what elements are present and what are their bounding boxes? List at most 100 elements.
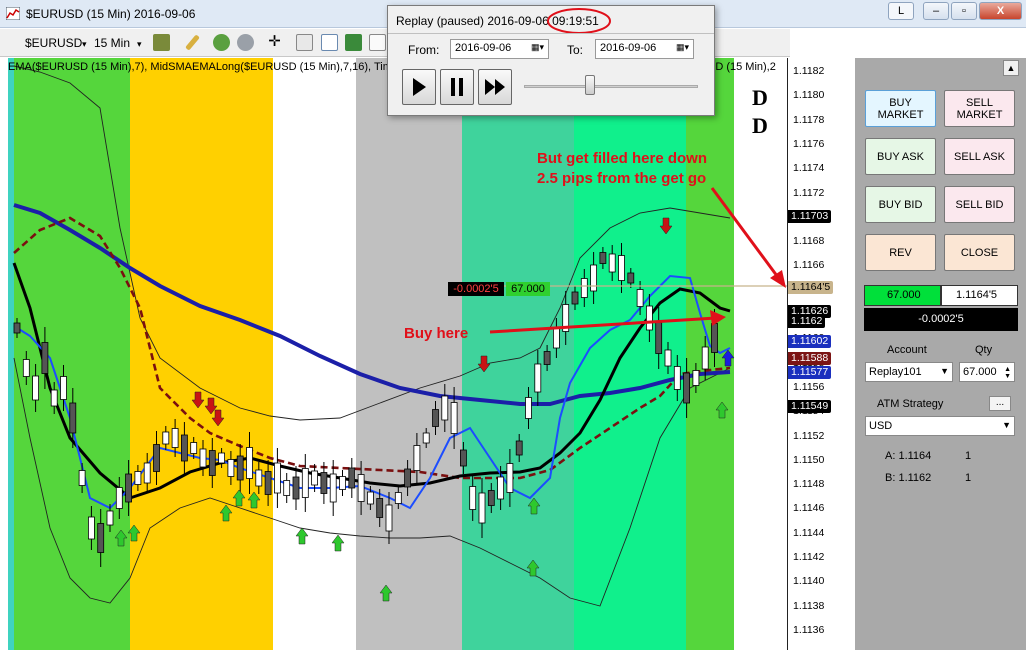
atm-strategy-label: ATM Strategy bbox=[877, 398, 944, 410]
candle-body bbox=[255, 469, 263, 487]
price-tick-label: 1.1150 bbox=[793, 453, 825, 466]
strategy-icon[interactable] bbox=[237, 34, 254, 51]
candle-body bbox=[180, 434, 188, 462]
close-button[interactable]: X bbox=[979, 2, 1022, 20]
candle-body bbox=[69, 402, 77, 434]
chevron-down-icon[interactable]: ▾ bbox=[82, 39, 87, 50]
sell-bid-button[interactable]: SELL BID bbox=[944, 186, 1015, 223]
price-chart[interactable]: EMA($EURUSD (15 Min),7), MidSMAEMALong($… bbox=[0, 58, 790, 650]
candle-body bbox=[590, 264, 597, 292]
buy-signal-arrow bbox=[247, 491, 261, 509]
qty-stepper[interactable]: 67.000 ▲ ▼ bbox=[959, 362, 1015, 382]
price-marker-tag: 1.11577 bbox=[788, 366, 832, 379]
buy-signal-arrow bbox=[127, 524, 141, 542]
candle-body bbox=[469, 486, 477, 510]
sell-signal-arrow bbox=[477, 355, 491, 373]
buy-ask-button[interactable]: BUY ASK bbox=[865, 138, 936, 175]
sell-signal-arrow bbox=[191, 391, 205, 409]
bollinger-upper-line bbox=[13, 65, 731, 421]
play-button[interactable] bbox=[402, 69, 436, 105]
position-pnl: -0.0002'5 bbox=[864, 308, 1018, 331]
filled-note-annotation: But get filled here down 2.5 pips from t… bbox=[537, 150, 708, 187]
candle-body bbox=[320, 472, 328, 494]
link-button[interactable]: L bbox=[888, 2, 914, 20]
candle-body bbox=[441, 395, 449, 421]
candle-body bbox=[162, 431, 170, 445]
buy-signal-arrow bbox=[715, 401, 729, 419]
price-axis: 1.1182 1.1180 1.1178 1.1176 1.1174 1.1172 1.11… bbox=[787, 58, 855, 650]
price-marker-tag: 1.11602 bbox=[788, 335, 832, 348]
candle-body bbox=[106, 510, 114, 526]
price-marker-tag: 1.11588 bbox=[788, 352, 832, 365]
arrow-head bbox=[770, 270, 786, 288]
candle-body bbox=[357, 474, 365, 502]
price-tick-label: 1.1174 bbox=[793, 162, 825, 175]
chevron-down-icon[interactable]: ▼ bbox=[1002, 420, 1011, 430]
price-tick-label: 1.1178 bbox=[793, 113, 825, 126]
timestamp-highlight bbox=[547, 8, 611, 34]
replay-speed-track[interactable] bbox=[524, 85, 698, 88]
add-indicator-icon[interactable] bbox=[213, 34, 230, 51]
restore-button[interactable]: ▫ bbox=[951, 2, 977, 20]
dd-marker: D D bbox=[752, 85, 768, 138]
buy-signal-arrow bbox=[526, 559, 540, 577]
buy-signal-arrow bbox=[721, 349, 735, 367]
candle-body bbox=[125, 473, 132, 503]
candle-body bbox=[450, 402, 458, 434]
chevron-down-icon[interactable]: ▾ bbox=[137, 39, 142, 50]
sell-ask-button[interactable]: SELL ASK bbox=[944, 138, 1015, 175]
snapshot-icon[interactable] bbox=[369, 34, 386, 51]
currency-select[interactable]: USD ▼ bbox=[865, 416, 1015, 436]
candle-body bbox=[273, 462, 281, 494]
arrow-head bbox=[710, 310, 726, 326]
candle-body bbox=[218, 452, 226, 464]
candle-body bbox=[246, 447, 253, 479]
sell-market-button[interactable]: SELL MARKET bbox=[944, 90, 1015, 127]
price-marker-tag: 1.1164'5 bbox=[788, 281, 834, 294]
candle-body bbox=[22, 359, 30, 377]
from-date-field[interactable]: 2016-09-06 ▦▾ bbox=[450, 39, 549, 59]
chevron-down-icon[interactable]: ▼ bbox=[940, 366, 949, 376]
qty-tag: 67.000 bbox=[506, 282, 550, 296]
calendar-icon[interactable]: ▦▾ bbox=[676, 42, 689, 53]
atm-settings-button[interactable]: ... bbox=[989, 396, 1011, 411]
pause-icon bbox=[451, 78, 463, 96]
pencil-icon[interactable] bbox=[185, 34, 200, 51]
candle-body bbox=[683, 372, 690, 404]
pause-button[interactable] bbox=[440, 69, 474, 105]
candle-body bbox=[422, 432, 430, 444]
fast-forward-button[interactable] bbox=[478, 69, 512, 105]
price-tick-label: 1.1148 bbox=[793, 478, 825, 491]
properties-icon[interactable] bbox=[321, 34, 338, 51]
price-tick-label: 1.1182 bbox=[793, 65, 825, 77]
candle-body bbox=[608, 253, 616, 273]
account-label: Account bbox=[887, 344, 927, 356]
instrument-selector[interactable]: $EURUSD bbox=[25, 36, 82, 50]
reverse-button[interactable]: REV bbox=[865, 234, 936, 271]
calendar-icon[interactable]: ▦▾ bbox=[531, 42, 544, 53]
to-date-field[interactable]: 2016-09-06 ▦▾ bbox=[595, 39, 694, 59]
minimize-button[interactable]: – bbox=[923, 2, 949, 20]
buy-signal-arrow bbox=[219, 504, 233, 522]
buy-signal-arrow bbox=[232, 489, 246, 507]
bid-price: B: 1.1162 bbox=[885, 472, 932, 484]
stepper-arrows-icon[interactable]: ▲ ▼ bbox=[1004, 366, 1011, 380]
indicator-label: EMA($EURUSD (15 Min),7), MidSMAEMALong($… bbox=[8, 61, 392, 73]
zoom-icon[interactable] bbox=[296, 34, 313, 51]
candle-body bbox=[580, 278, 588, 298]
price-tick-label: 1.1172 bbox=[793, 186, 825, 199]
close-position-button[interactable]: CLOSE bbox=[944, 234, 1015, 271]
ask-size: 1 bbox=[965, 450, 972, 462]
crosshair-icon[interactable]: ✛ bbox=[266, 34, 283, 51]
buy-bid-button[interactable]: BUY BID bbox=[865, 186, 936, 223]
interval-selector[interactable]: 15 Min bbox=[94, 36, 130, 50]
bar-style-icon[interactable] bbox=[153, 34, 170, 51]
account-select[interactable]: Replay101 ▼ bbox=[865, 362, 953, 382]
scroll-up-icon[interactable]: ▲ bbox=[1003, 60, 1019, 76]
chart-trader-icon[interactable] bbox=[345, 34, 362, 51]
price-tick-label: 1.1166 bbox=[793, 259, 825, 272]
candle-body bbox=[134, 471, 142, 485]
buy-market-button[interactable]: BUY MARKET bbox=[865, 90, 936, 127]
replay-speed-slider[interactable] bbox=[585, 75, 596, 95]
candle-body bbox=[60, 376, 67, 400]
